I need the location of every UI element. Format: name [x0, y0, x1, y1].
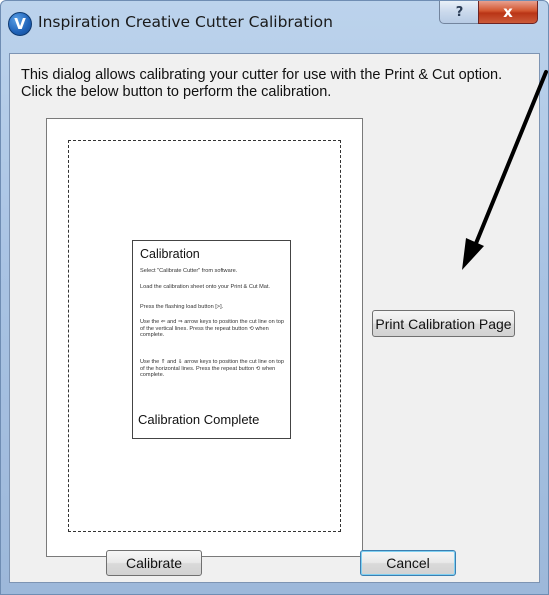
print-calibration-page-button[interactable]: Print Calibration Page [372, 310, 515, 337]
dialog-body: This dialog allows calibrating your cutt… [9, 53, 540, 583]
card-footer: Calibration Complete [138, 412, 260, 427]
close-icon: x [503, 2, 513, 21]
card-step-2: Load the calibration sheet onto your Pri… [140, 284, 270, 290]
calibrate-button[interactable]: Calibrate [106, 550, 202, 576]
description-line-1: This dialog allows calibrating your cutt… [21, 67, 503, 83]
instruction-card: Calibration Select "Calibrate Cutter" fr… [132, 240, 291, 439]
cancel-button[interactable]: Cancel [360, 550, 456, 576]
question-mark-icon: ? [455, 4, 464, 20]
dialog-window: V Inspiration Creative Cutter Calibratio… [0, 0, 549, 595]
card-step-3: Press the flashing load button [>]. [140, 304, 224, 310]
close-button[interactable]: x [478, 1, 538, 24]
calibration-page-preview: Calibration Select "Calibrate Cutter" fr… [46, 118, 363, 557]
window-title: Inspiration Creative Cutter Calibration [38, 13, 333, 31]
title-bar[interactable]: V Inspiration Creative Cutter Calibratio… [1, 1, 548, 47]
description-text: This dialog allows calibrating your cutt… [21, 67, 536, 101]
app-logo-icon: V [8, 12, 32, 36]
description-line-2: Click the below button to perform the ca… [21, 84, 332, 100]
help-button[interactable]: ? [439, 1, 480, 24]
card-title: Calibration [140, 247, 200, 261]
card-step-1: Select "Calibrate Cutter" from software. [140, 268, 238, 274]
card-step-5: Use the ⇑ and ⇓ arrow keys to position t… [140, 359, 285, 379]
card-step-4: Use the ⇐ and ⇒ arrow keys to position t… [140, 319, 285, 339]
